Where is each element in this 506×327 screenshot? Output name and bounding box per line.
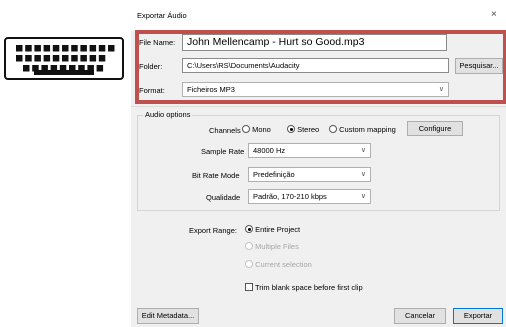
- quality-value: Padrão, 170-210 kbps: [253, 192, 327, 201]
- custom-mapping-radio[interactable]: Custom mapping: [329, 125, 396, 134]
- audio-options-title: Audio options: [143, 110, 193, 119]
- chevron-down-icon: ∨: [360, 171, 366, 178]
- chevron-down-icon: ∨: [360, 193, 366, 200]
- current-selection-radio[interactable]: Current selection: [245, 260, 312, 269]
- multiple-files-radio-icon: [245, 242, 253, 250]
- keyboard-key: [25, 45, 32, 52]
- current-selection-label: Current selection: [255, 260, 312, 269]
- keyboard-key: [80, 45, 87, 52]
- trim-checkbox-box: [245, 283, 253, 291]
- keyboard-key: [34, 45, 41, 52]
- title-bar: Exportar Áudio ×: [131, 0, 506, 31]
- keyboard-key: [52, 45, 60, 52]
- keyboard-key: [52, 55, 60, 62]
- cancel-button[interactable]: Cancelar: [394, 308, 446, 324]
- bit-rate-mode-value: Predefinição: [253, 170, 295, 179]
- current-selection-radio-icon: [245, 260, 253, 268]
- trim-label: Trim blank space before first clip: [254, 283, 363, 292]
- keyboard-key: [25, 55, 32, 62]
- configure-button[interactable]: Configure: [407, 121, 463, 136]
- keyboard-key: [62, 45, 69, 52]
- stereo-label: Stereo: [297, 125, 320, 134]
- bit-rate-mode-select[interactable]: Predefinição ∨: [248, 167, 371, 182]
- highlight-box: [135, 30, 506, 104]
- export-audio-dialog: Exportar Áudio × File Name: John Mellenc…: [131, 0, 506, 327]
- keyboard-key: [71, 45, 78, 52]
- close-icon[interactable]: ×: [491, 9, 497, 20]
- keyboard-key: [62, 55, 69, 62]
- entire-project-radio[interactable]: Entire Project: [245, 225, 300, 234]
- channels-label: Channels: [209, 126, 241, 135]
- quality-select[interactable]: Padrão, 170-210 kbps ∨: [248, 189, 371, 204]
- multiple-files-label: Multiple Files: [255, 242, 299, 251]
- entire-project-label: Entire Project: [255, 225, 301, 234]
- mono-radio-icon: [242, 125, 250, 133]
- keyboard-key: [98, 55, 106, 62]
- entire-project-radio-icon: [245, 225, 253, 233]
- edit-metadata-button[interactable]: Edit Metadata...: [137, 308, 199, 324]
- keyboard-key: [34, 55, 41, 62]
- keyboard-key: [108, 45, 115, 52]
- keyboard-key: [43, 55, 51, 62]
- mono-radio[interactable]: Mono: [242, 125, 271, 134]
- stereo-radio[interactable]: Stereo: [287, 125, 319, 134]
- separator: [131, 106, 506, 107]
- bit-rate-mode-label: Bit Rate Mode: [192, 171, 240, 180]
- export-range-label: Export Range:: [189, 226, 237, 235]
- keyboard-key: [96, 65, 104, 72]
- multiple-files-radio[interactable]: Multiple Files: [245, 242, 299, 251]
- dialog-title: Exportar Áudio: [137, 11, 187, 20]
- quality-label: Qualidade: [206, 193, 241, 202]
- keyboard-key: [89, 45, 97, 52]
- keyboard-key: [98, 45, 106, 52]
- chevron-down-icon: ∨: [360, 147, 366, 154]
- keyboard-key: [23, 65, 30, 72]
- keyboard-key: [16, 55, 23, 62]
- keyboard-key: [89, 55, 97, 62]
- keyboard-icon: [4, 37, 124, 80]
- keyboard-key: [16, 45, 23, 52]
- keyboard-key: [43, 45, 51, 52]
- mono-label: Mono: [252, 125, 271, 134]
- trim-checkbox[interactable]: Trim blank space before first clip: [245, 283, 363, 292]
- keyboard-key: [80, 55, 87, 62]
- custom-mapping-radio-icon: [329, 125, 337, 133]
- sample-rate-select[interactable]: 48000 Hz ∨: [248, 143, 371, 158]
- sample-rate-label: Sample Rate: [201, 147, 245, 156]
- keyboard-key: [71, 55, 78, 62]
- keyboard-spacebar: [34, 70, 94, 75]
- export-button[interactable]: Exportar: [453, 308, 503, 324]
- sample-rate-value: 48000 Hz: [253, 146, 286, 155]
- stereo-radio-icon: [287, 125, 295, 133]
- custom-mapping-label: Custom mapping: [339, 125, 396, 134]
